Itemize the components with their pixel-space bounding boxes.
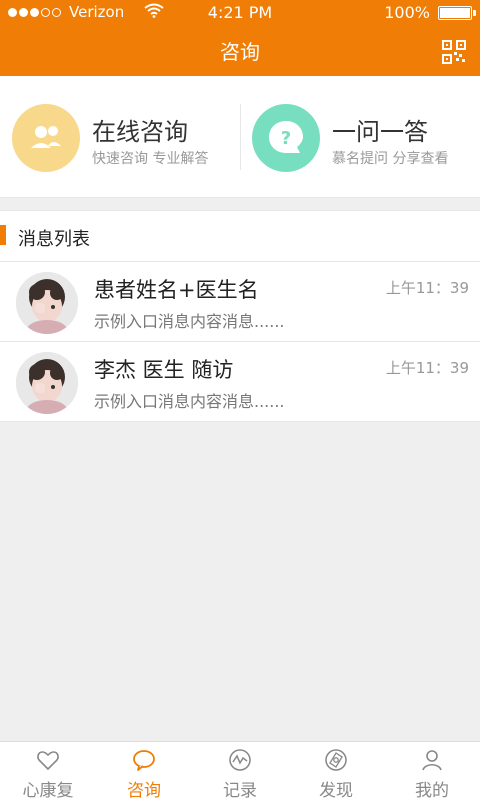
online-consult-title: 在线咨询 bbox=[92, 118, 188, 146]
tab-discover[interactable]: 发现 bbox=[288, 742, 384, 800]
svg-text:?: ? bbox=[281, 128, 291, 149]
pulse-icon bbox=[229, 749, 251, 771]
online-consult-entry[interactable]: 在线咨询 快速咨询 专业解答 bbox=[12, 76, 240, 198]
group-user-icon bbox=[12, 104, 80, 172]
tab-consult[interactable]: 咨询 bbox=[96, 742, 192, 800]
message-sender: 患者姓名+医生名 bbox=[94, 278, 259, 302]
message-list-title: 消息列表 bbox=[18, 229, 90, 250]
tab-label: 咨询 bbox=[127, 781, 161, 800]
tab-records[interactable]: 记录 bbox=[192, 742, 288, 800]
message-list-header: 消息列表 bbox=[0, 210, 480, 262]
message-sender: 李杰 医生 随访 bbox=[94, 358, 234, 382]
message-preview: 示例入口消息内容消息...... bbox=[94, 312, 285, 331]
online-consult-subtitle: 快速咨询 专业解答 bbox=[92, 151, 209, 167]
message-time: 上午11：39 bbox=[385, 359, 469, 377]
qr-code-icon[interactable] bbox=[442, 40, 466, 64]
tab-label: 心康复 bbox=[22, 781, 74, 800]
question-bubble-icon: ? bbox=[252, 104, 320, 172]
tab-heart-rehab[interactable]: 心康复 bbox=[0, 742, 96, 800]
message-item[interactable]: 李杰 医生 随访 上午11：39 示例入口消息内容消息...... bbox=[0, 342, 480, 422]
question-answer-title: 一问一答 bbox=[332, 118, 428, 146]
entry-divider bbox=[240, 104, 241, 170]
question-answer-entry[interactable]: ? 一问一答 慕名提问 分享查看 bbox=[252, 76, 480, 198]
message-time: 上午11：39 bbox=[385, 279, 469, 297]
person-icon bbox=[422, 750, 442, 771]
tab-profile[interactable]: 我的 bbox=[384, 742, 480, 800]
message-list: 患者姓名+医生名 上午11：39 示例入口消息内容消息...... 李杰 医生 … bbox=[0, 262, 480, 422]
page-title: 咨询 bbox=[220, 40, 260, 64]
question-answer-subtitle: 慕名提问 分享查看 bbox=[332, 151, 449, 167]
battery-percentage: 100% bbox=[384, 3, 430, 22]
message-item[interactable]: 患者姓名+医生名 上午11：39 示例入口消息内容消息...... bbox=[0, 262, 480, 342]
tab-label: 记录 bbox=[223, 781, 257, 800]
tab-label: 发现 bbox=[319, 781, 353, 800]
message-preview: 示例入口消息内容消息...... bbox=[94, 392, 285, 411]
section-accent-bar bbox=[0, 225, 6, 245]
status-bar: Verizon 4:21 PM 100% bbox=[0, 0, 480, 24]
compass-icon bbox=[325, 749, 347, 771]
battery-icon bbox=[438, 6, 476, 20]
tab-label: 我的 bbox=[415, 781, 449, 800]
consultation-entry-card: 在线咨询 快速咨询 专业解答 ? 一问一答 慕名提问 分享查看 bbox=[0, 76, 480, 198]
avatar bbox=[16, 272, 78, 334]
heart-icon bbox=[37, 751, 59, 771]
chat-bubble-icon bbox=[133, 750, 155, 771]
app-header: Verizon 4:21 PM 100% 咨询 bbox=[0, 0, 480, 76]
avatar bbox=[16, 352, 78, 414]
bottom-tab-bar: 心康复 咨询 记录 发现 我的 bbox=[0, 741, 480, 800]
